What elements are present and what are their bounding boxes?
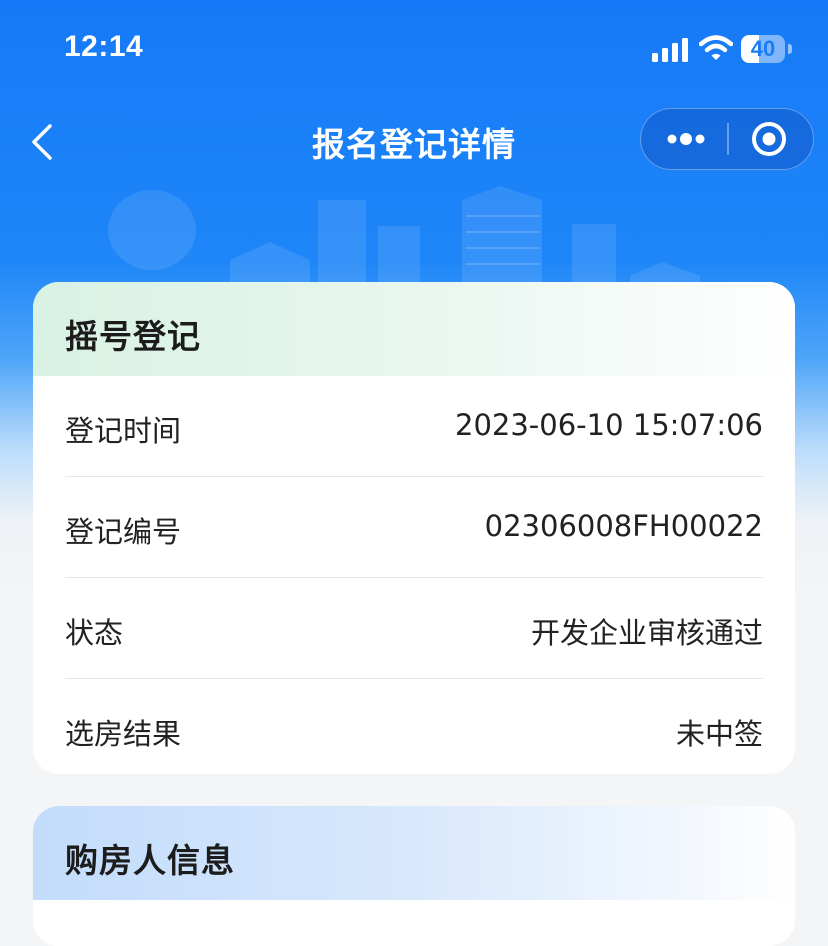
chevron-left-icon xyxy=(32,124,52,160)
info-row-status: 状态 开发企业审核通过 xyxy=(65,578,763,679)
buyer-info-card-title: 购房人信息 xyxy=(65,841,235,880)
registration-card-header: 摇号登记 xyxy=(33,282,795,376)
nav-bar: 报名登记详情 xyxy=(0,96,828,186)
cellular-signal-icon xyxy=(652,38,688,62)
buyer-info-card: 购房人信息 xyxy=(33,806,795,946)
close-miniprogram-button[interactable] xyxy=(729,109,813,169)
row-label: 选房结果 xyxy=(65,717,182,751)
status-bar: 12:14 40 xyxy=(0,0,828,96)
page-title: 报名登记详情 xyxy=(312,125,516,164)
row-value: 02306008FH00022 xyxy=(484,509,763,543)
battery-indicator: 40 xyxy=(741,35,792,63)
more-dots-icon xyxy=(667,133,705,145)
row-label: 状态 xyxy=(65,616,124,650)
target-close-icon xyxy=(752,122,786,156)
info-row-registration-number: 登记编号 02306008FH00022 xyxy=(65,477,763,578)
buyer-info-card-header: 购房人信息 xyxy=(33,806,795,900)
row-label: 登记时间 xyxy=(65,414,182,448)
info-row-registration-time: 登记时间 2023-06-10 15:07:06 xyxy=(65,376,763,477)
row-value: 2023-06-10 15:07:06 xyxy=(455,408,763,442)
registration-card-title: 摇号登记 xyxy=(65,317,201,356)
status-time: 12:14 xyxy=(64,30,144,63)
row-label: 登记编号 xyxy=(65,515,182,549)
info-row-selection-result: 选房结果 未中签 xyxy=(65,679,763,774)
miniprogram-capsule xyxy=(640,108,814,170)
back-button[interactable] xyxy=(20,118,68,166)
row-value: 未中签 xyxy=(675,717,763,751)
battery-level: 40 xyxy=(750,36,776,61)
wifi-icon xyxy=(699,35,733,60)
more-button[interactable] xyxy=(641,109,727,169)
registration-card: 摇号登记 登记时间 2023-06-10 15:07:06 登记编号 02306… xyxy=(33,282,795,774)
row-value: 开发企业审核通过 xyxy=(530,616,763,650)
